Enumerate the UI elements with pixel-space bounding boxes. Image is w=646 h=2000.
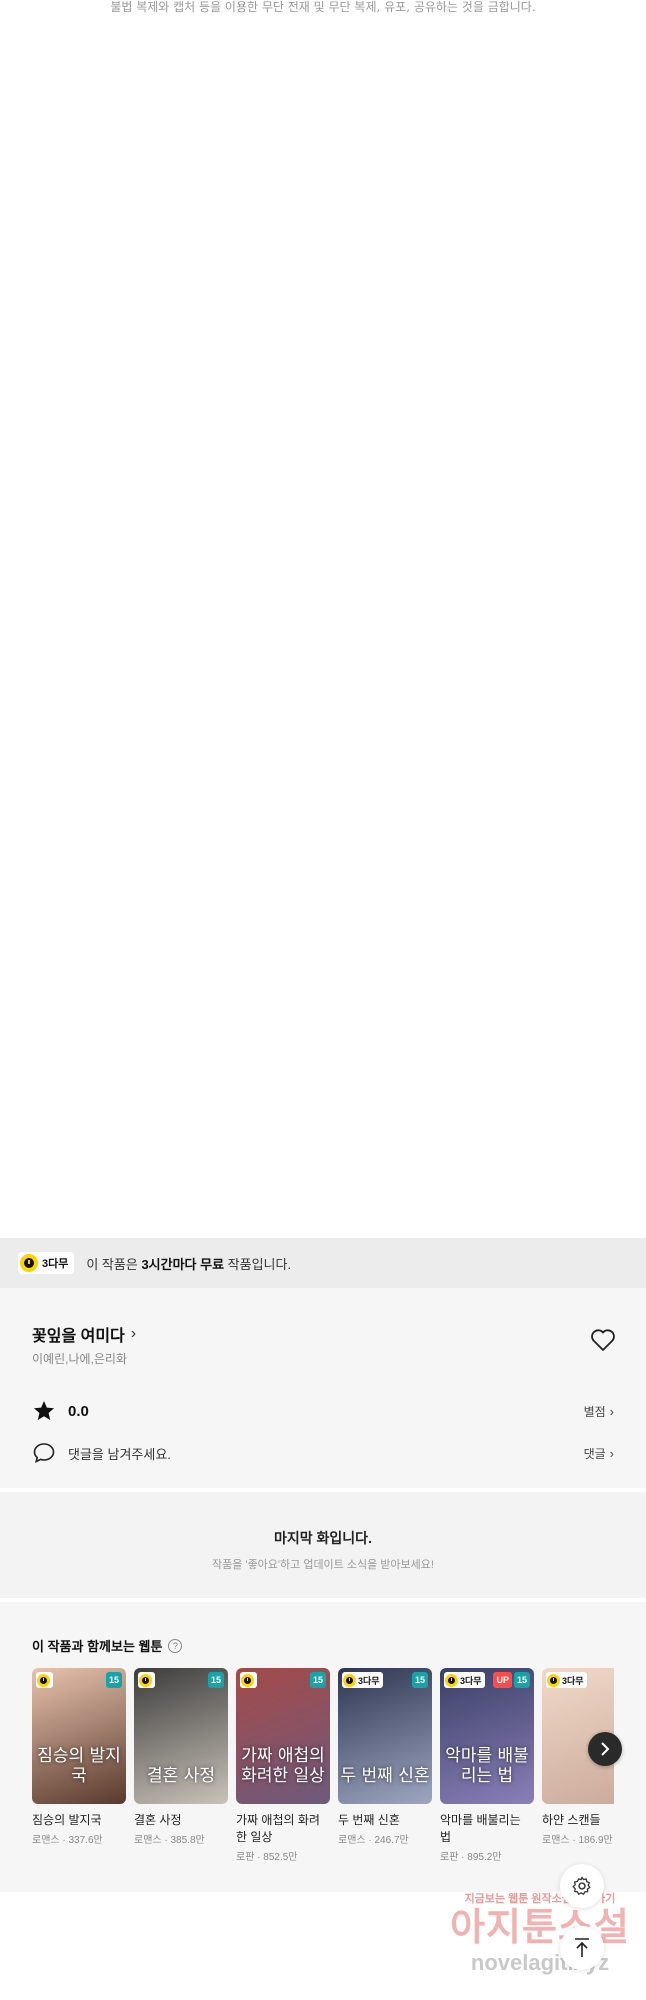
up-badge: UP <box>493 1672 512 1688</box>
clock-icon <box>241 1673 254 1687</box>
gear-icon <box>572 1876 591 1895</box>
webtoon-card[interactable]: 15 결혼 사정 결혼 사정 로맨스 · 385.8만 <box>134 1668 228 1878</box>
webtoon-title: 하얀 스캔들 <box>542 1813 601 1827</box>
scroll-top-button[interactable] <box>560 1926 604 1970</box>
cover-title-art: 악마를 배불리는 법 <box>445 1746 529 1786</box>
clock-icon <box>20 1254 38 1272</box>
age-rating-badge: 15 <box>106 1672 122 1688</box>
comment-link-label: 댓글 <box>583 1446 606 1461</box>
recommendation-header: 이 작품과 함께보는 웹툰 ? <box>32 1636 183 1655</box>
clock-icon <box>139 1673 152 1687</box>
work-authors: 이예린,나에,은리화 <box>32 1352 127 1366</box>
wait-free-badge <box>138 1672 155 1688</box>
cover-title-art: 결혼 사정 <box>147 1766 215 1786</box>
webtoon-card[interactable]: 3다무하얀 스캔들로맨스 · 186.9만 <box>542 1668 614 1878</box>
webtoon-thumbnail[interactable]: 15 결혼 사정 <box>134 1668 228 1804</box>
star-icon <box>34 1401 54 1420</box>
wait-free-badge <box>36 1672 53 1688</box>
cover-title-art: 두 번째 신혼 <box>340 1766 430 1786</box>
webtoon-meta: 로판 · 852.5만 <box>236 1852 298 1863</box>
comment-link[interactable]: 댓글 › <box>584 1445 614 1462</box>
free-info-text: 이 작품은 3시간마다 무료 작품입니다. <box>86 1256 292 1272</box>
watermark-top: 지금보는 웹툰 원작소설 보러가기 <box>464 1893 616 1905</box>
webtoon-title: 악마를 배불리는 법 <box>440 1813 521 1844</box>
episode-image-area <box>0 24 646 1238</box>
chevron-right-icon: › <box>130 1325 137 1342</box>
settings-button[interactable] <box>560 1864 604 1908</box>
webtoon-thumbnail[interactable]: 15 짐승의 발지국 <box>32 1668 126 1804</box>
clock-icon <box>343 1673 356 1687</box>
work-title-link[interactable]: 꽃잎을 여미다 › <box>32 1322 136 1346</box>
recommendation-section: 이 작품과 함께보는 웹툰 ? 15 짐승의 발지국 짐승의 발지국 로맨스 · 33… <box>0 1602 646 1892</box>
webtoon-title: 두 번째 신혼 <box>338 1813 400 1827</box>
speech-bubble-icon <box>33 1443 55 1463</box>
webtoon-meta: 로판 · 895.2만 <box>440 1852 502 1863</box>
watermark-main: 아지툰소설 <box>450 1907 630 1949</box>
webtoon-meta: 로맨스 · 246.7만 <box>338 1835 409 1846</box>
rating-row: 0.0 별점 › <box>32 1398 614 1424</box>
recommendation-title: 이 작품과 함께보는 웹툰 <box>32 1639 163 1654</box>
3damu-label: 3다무 <box>42 1258 69 1270</box>
copyright-notice: 불법 복제와 캡처 등을 이용한 무단 전재 및 무단 복제, 유포, 공유하는… <box>110 0 536 14</box>
free-info-bar: 3다무 이 작품은 3시간마다 무료 작품입니다. <box>0 1238 646 1288</box>
badge-label: 3다무 <box>562 1675 584 1686</box>
wait-free-badge: 3다무 <box>444 1672 485 1688</box>
heart-icon[interactable] <box>590 1328 616 1352</box>
age-rating-badge: 15 <box>310 1672 326 1688</box>
age-rating-badge: 15 <box>208 1672 224 1688</box>
clock-icon <box>37 1673 50 1687</box>
webtoon-card[interactable]: 15 짐승의 발지국 짐승의 발지국 로맨스 · 337.6만 <box>32 1668 126 1878</box>
watermark: 지금보는 웹툰 원작소설 보러가기 아지툰소설 novelagit.xyz <box>440 1890 640 1996</box>
arrow-up-icon <box>575 1938 589 1957</box>
carousel-next-button[interactable] <box>588 1732 622 1766</box>
comment-placeholder: 댓글을 남겨주세요. <box>68 1446 171 1462</box>
rating-link[interactable]: 별점 › <box>584 1403 614 1420</box>
webtoon-title: 짐승의 발지국 <box>32 1813 102 1827</box>
comment-row[interactable]: 댓글을 남겨주세요. 댓글 › <box>32 1440 614 1466</box>
3damu-badge: 3다무 <box>18 1252 75 1274</box>
cover-title-art: 가짜 애첩의 화려한 일상 <box>241 1746 325 1786</box>
rating-value: 0.0 <box>68 1402 89 1420</box>
webtoon-card[interactable]: 3다무 UP 15 악마를 배불리는 법 악마를 배불리는 법 로판 · 895.2만 <box>440 1668 534 1878</box>
clock-icon <box>445 1673 458 1687</box>
wait-free-badge <box>240 1672 257 1688</box>
work-title: 꽃잎을 여미다 <box>32 1328 125 1345</box>
help-icon[interactable]: ? <box>168 1638 183 1653</box>
webtoon-meta: 로맨스 · 385.8만 <box>134 1835 205 1846</box>
wait-free-badge: 3다무 <box>342 1672 383 1688</box>
webtoon-meta: 로맨스 · 337.6만 <box>32 1835 103 1846</box>
age-rating-badge: 15 <box>514 1672 530 1688</box>
webtoon-thumbnail[interactable]: 3다무 15 두 번째 신혼 <box>338 1668 432 1804</box>
chevron-right-icon: › <box>609 1445 614 1461</box>
chevron-right-icon: › <box>609 1403 614 1419</box>
badge-label: 3다무 <box>358 1675 380 1686</box>
cover-title-art: 짐승의 발지국 <box>37 1746 121 1786</box>
badge-label: 3다무 <box>460 1675 482 1686</box>
last-episode-subtitle: 작품을 '좋아요'하고 업데이트 소식을 받아보세요! <box>212 1559 434 1571</box>
webtoon-card[interactable]: 15 가짜 애첩의 화려한 일상 가짜 애첩의 화려한 일상 로판 · 852.5만 <box>236 1668 330 1878</box>
last-episode-title: 마지막 화입니다. <box>274 1530 372 1546</box>
webtoon-title: 가짜 애첩의 화려한 일상 <box>236 1813 320 1844</box>
recommendation-carousel: 15 짐승의 발지국 짐승의 발지국 로맨스 · 337.6만 15 결혼 사정 결혼 사정… <box>32 1668 614 1878</box>
watermark-url: novelagit.xyz <box>470 1950 610 1975</box>
wait-free-badge: 3다무 <box>546 1672 587 1688</box>
rating-link-label: 별점 <box>583 1404 606 1419</box>
webtoon-title: 결혼 사정 <box>134 1813 182 1827</box>
work-info-section: 꽃잎을 여미다 › 이예린,나에,은리화 0.0 별점 › 댓글을 남겨주세요. … <box>0 1288 646 1488</box>
chevron-right-icon <box>601 1742 610 1756</box>
last-episode-notice: 마지막 화입니다. 작품을 '좋아요'하고 업데이트 소식을 받아보세요! <box>0 1492 646 1598</box>
webtoon-meta: 로맨스 · 186.9만 <box>542 1835 613 1846</box>
webtoon-thumbnail[interactable]: 3다무 UP 15 악마를 배불리는 법 <box>440 1668 534 1804</box>
webtoon-card[interactable]: 3다무 15 두 번째 신혼 두 번째 신혼 로맨스 · 246.7만 <box>338 1668 432 1878</box>
clock-icon <box>547 1673 560 1687</box>
webtoon-thumbnail[interactable]: 15 가짜 애첩의 화려한 일상 <box>236 1668 330 1804</box>
age-rating-badge: 15 <box>412 1672 428 1688</box>
